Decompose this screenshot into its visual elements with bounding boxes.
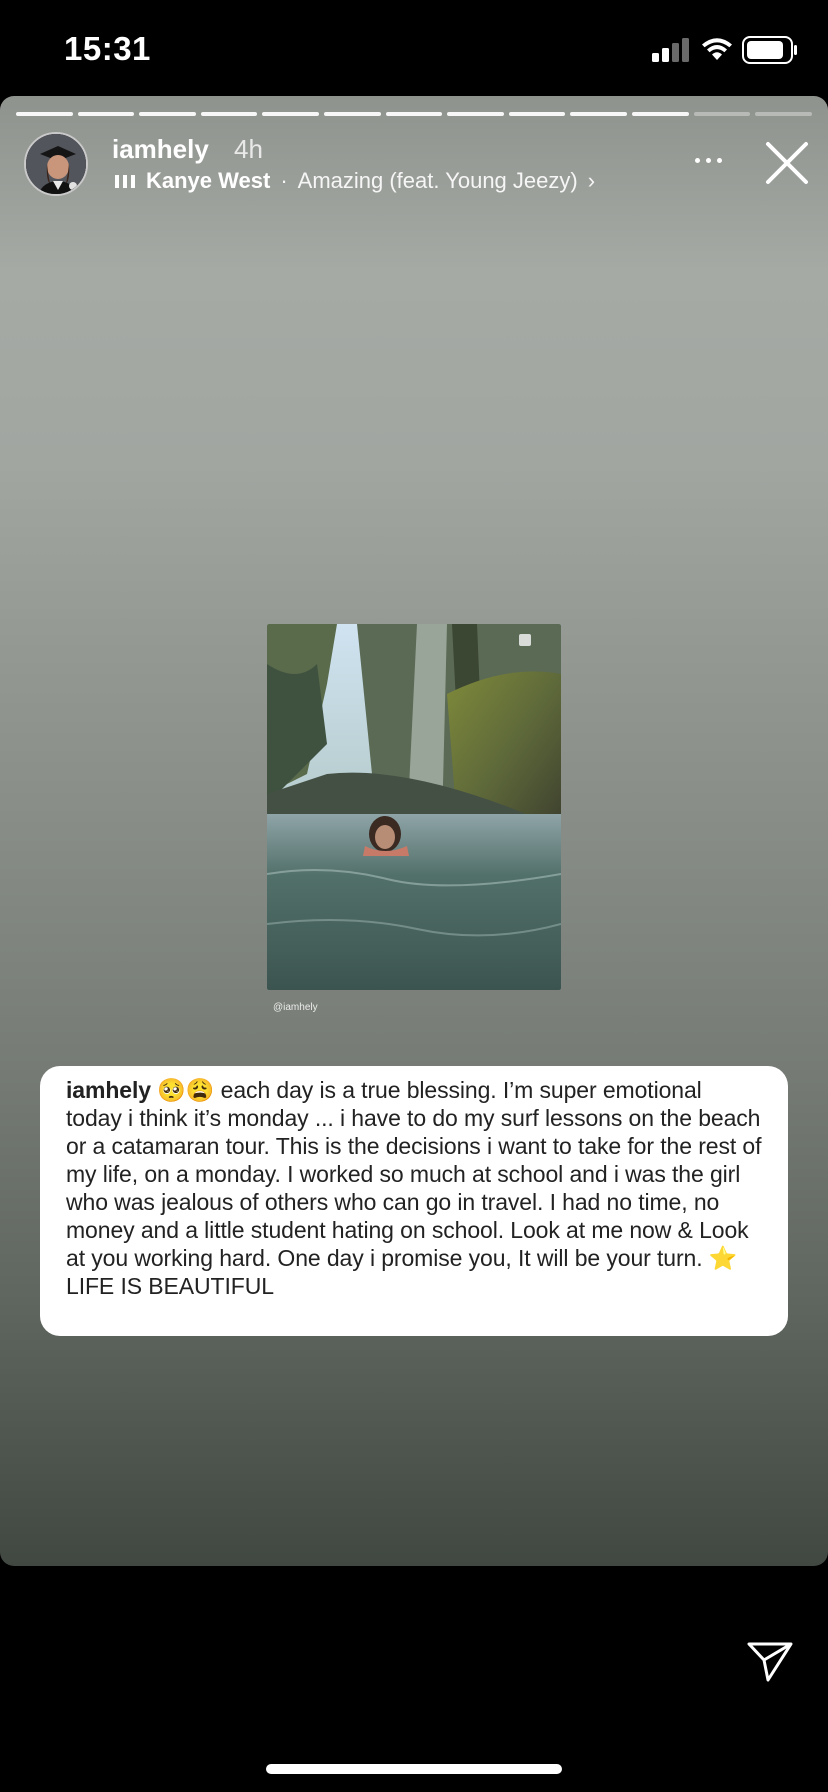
caption-username: iamhely bbox=[66, 1077, 151, 1103]
post-credit: @iamhely bbox=[273, 1002, 318, 1013]
multiple-photos-icon bbox=[519, 634, 531, 646]
waterfall-photo bbox=[267, 624, 561, 990]
progress-segment bbox=[77, 112, 135, 116]
progress-segment bbox=[200, 112, 258, 116]
music-attribution[interactable]: Kanye West · Amazing (feat. Young Jeezy)… bbox=[114, 168, 595, 194]
progress-segment bbox=[693, 112, 751, 116]
avatar[interactable] bbox=[24, 132, 88, 196]
progress-segment bbox=[262, 112, 320, 116]
music-track: Amazing (feat. Young Jeezy) bbox=[297, 168, 578, 193]
progress-segment bbox=[139, 112, 196, 116]
story-username[interactable]: iamhely bbox=[112, 134, 209, 165]
caption-emoji-pleading: 🥺 bbox=[157, 1077, 186, 1103]
shared-post-image[interactable] bbox=[267, 624, 561, 990]
caption-text: iamhely 🥺😩 each day is a true blessing. … bbox=[66, 1076, 762, 1300]
progress-segment bbox=[632, 112, 689, 116]
more-options-dot bbox=[705, 157, 711, 163]
status-bar: 15:31 bbox=[0, 0, 828, 96]
caption-body: each day is a true blessing. I’m super e… bbox=[66, 1077, 762, 1271]
cellular-signal-icon bbox=[652, 38, 689, 62]
music-artist: Kanye West bbox=[146, 168, 271, 193]
music-separator: · bbox=[280, 168, 288, 193]
progress-segment bbox=[447, 112, 504, 116]
progress-segment bbox=[16, 112, 73, 116]
star-icon: ⭐ bbox=[708, 1245, 738, 1271]
more-options-dot bbox=[716, 157, 722, 163]
caption-emoji-weary: 😩 bbox=[185, 1077, 215, 1103]
caption-sticker[interactable]: iamhely 🥺😩 each day is a true blessing. … bbox=[40, 1066, 788, 1336]
avatar-image bbox=[26, 134, 86, 194]
more-options-button[interactable] bbox=[688, 148, 728, 172]
progress-segment bbox=[508, 112, 566, 116]
progress-segment bbox=[570, 112, 628, 116]
progress-segment bbox=[385, 112, 443, 116]
wifi-icon bbox=[702, 38, 732, 60]
send-paper-plane-icon[interactable] bbox=[746, 1640, 794, 1684]
more-options-icon bbox=[694, 157, 700, 163]
progress-segment bbox=[324, 112, 381, 116]
caption-closing: LIFE IS BEAUTIFUL bbox=[66, 1273, 274, 1299]
story-card[interactable]: iamhely 4h Kanye West · Amazing (feat. Y… bbox=[0, 96, 828, 1566]
progress-segment bbox=[755, 112, 812, 116]
story-time-ago: 4h bbox=[234, 134, 263, 164]
story-progress-bar bbox=[16, 112, 812, 116]
music-chevron-icon: › bbox=[587, 168, 596, 193]
close-icon[interactable] bbox=[764, 140, 810, 186]
battery-icon bbox=[742, 36, 797, 64]
status-time: 15:31 bbox=[64, 30, 151, 67]
home-indicator[interactable] bbox=[266, 1764, 562, 1774]
music-bars-icon bbox=[115, 175, 135, 188]
